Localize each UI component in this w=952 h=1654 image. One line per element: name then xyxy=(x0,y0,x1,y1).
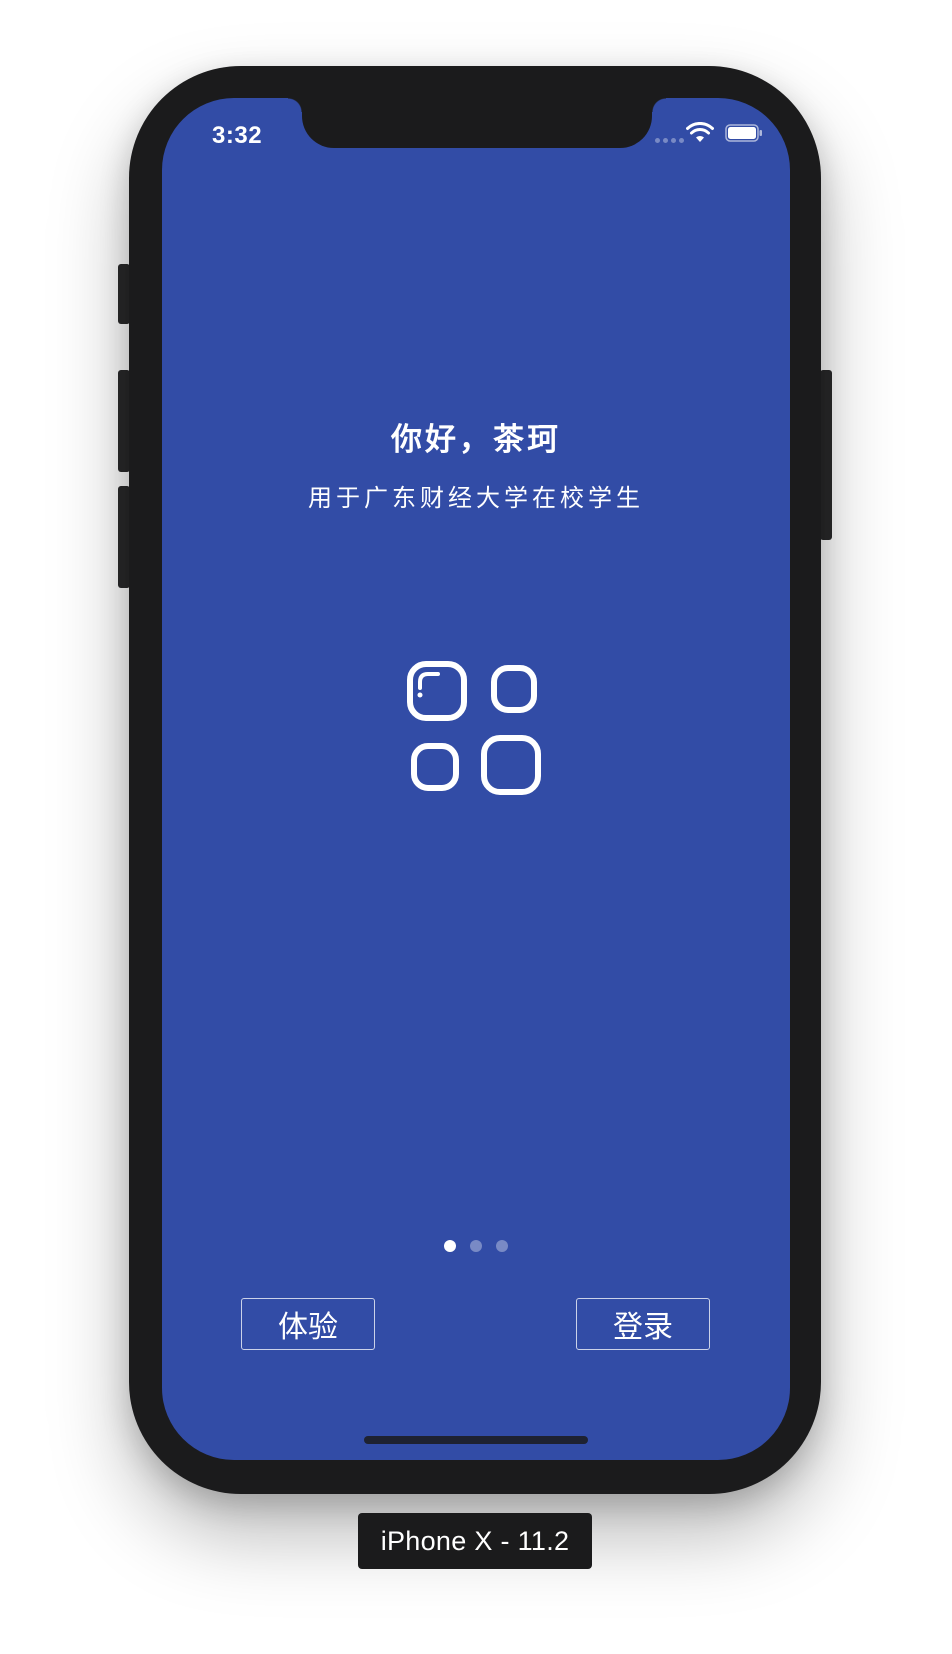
page-dot-3[interactable] xyxy=(496,1240,508,1252)
welcome-title: 你好，茶珂 xyxy=(391,422,561,457)
status-bar-time: 3:32 xyxy=(212,122,263,149)
simulator-device-label: iPhone X - 11.2 xyxy=(358,1513,592,1569)
home-indicator[interactable] xyxy=(364,1436,588,1444)
power-button xyxy=(820,370,832,540)
login-button[interactable]: 登录 xyxy=(576,1298,710,1350)
page-dot-1[interactable] xyxy=(444,1240,456,1252)
app-grid-icon xyxy=(407,661,541,795)
app-screen: 3:32 你好，茶珂 用于广东财经大学在校学生 体验 登录 xyxy=(162,98,790,1460)
welcome-subtitle: 用于广东财经大学在校学生 xyxy=(308,485,644,512)
page-indicator[interactable] xyxy=(162,1240,790,1252)
device-notch xyxy=(288,98,666,148)
wifi-icon xyxy=(686,122,714,142)
cellular-signal-icon xyxy=(655,138,684,143)
trial-button[interactable]: 体验 xyxy=(241,1298,375,1350)
battery-icon xyxy=(725,124,762,142)
page-dot-2[interactable] xyxy=(470,1240,482,1252)
